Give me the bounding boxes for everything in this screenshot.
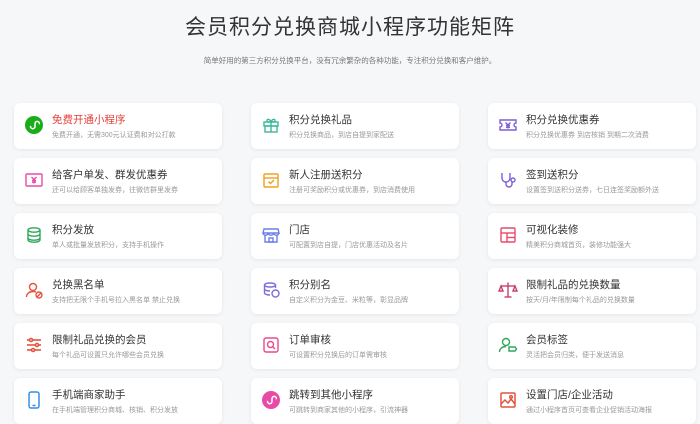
feature-title: 订单审核 <box>289 334 331 346</box>
checkin-icon <box>498 170 518 190</box>
feature-desc: 自定义积分为金豆、米粒等，彰显品牌 <box>289 297 408 304</box>
feature-title: 会员标签 <box>526 334 568 346</box>
feature-desc: 还可以给顾客单独发券，往微信群里发券 <box>52 187 178 194</box>
layout-icon <box>498 225 518 245</box>
feature-title: 设置门店/企业活动 <box>526 389 613 401</box>
feature-card-send-coupon[interactable]: 给客户单发、群发优惠券 还可以给顾客单独发券，往微信群里发券 <box>14 158 222 204</box>
wechat-mini-program-icon <box>24 115 44 135</box>
feature-title: 限制礼品兑换的会员 <box>52 334 147 346</box>
feature-desc: 积分兑换优惠券 到店核销 到期二次消费 <box>526 132 649 139</box>
coupon-icon <box>498 115 518 135</box>
feature-card-points-coupon[interactable]: 积分兑换优惠券 积分兑换优惠券 到店核销 到期二次消费 <box>488 103 696 149</box>
feature-title: 给客户单发、群发优惠券 <box>52 169 168 181</box>
feature-card-store[interactable]: 门店 可配置到店自提，门店优惠活动及名片 <box>251 213 459 259</box>
feature-desc: 在手机端管理积分商城、核销、积分发放 <box>52 407 178 414</box>
feature-title: 积分发放 <box>52 224 94 236</box>
feature-card-visual-decoration[interactable]: 可视化装修 精美积分商城首页，装修功能强大 <box>488 213 696 259</box>
feature-desc: 注册可奖励积分或优惠券，到店消费使用 <box>289 187 415 194</box>
page-subtitle: 简单好用的第三方积分兑换平台，没有冗余繁杂的各种功能，专注积分兑换和客户维护。 <box>203 56 497 65</box>
feature-desc: 每个礼品可设置只允许哪些会员兑换 <box>52 352 164 359</box>
feature-title: 门店 <box>289 224 310 236</box>
feature-card-blacklist[interactable]: 兑换黑名单 支持把无限个手机号拉入黑名单 禁止兑换 <box>14 268 222 314</box>
feature-card-points-issue[interactable]: 积分发放 单人或批量发放积分，支持手机操作 <box>14 213 222 259</box>
points-stack-icon <box>24 225 44 245</box>
feature-title: 手机端商家助手 <box>52 389 126 401</box>
filter-list-icon <box>24 335 44 355</box>
activity-poster-icon <box>498 390 518 410</box>
feature-card-jump-mini-program[interactable]: 跳转到其他小程序 可跳转到商家其他的小程序，引流神器 <box>251 378 459 424</box>
member-tag-icon <box>498 335 518 355</box>
feature-card-member-limit[interactable]: 限制礼品兑换的会员 每个礼品可设置只允许哪些会员兑换 <box>14 323 222 369</box>
store-icon <box>261 225 281 245</box>
feature-card-order-review[interactable]: 订单审核 可设置积分兑换后的订单需审核 <box>251 323 459 369</box>
feature-title: 积分别名 <box>289 279 331 291</box>
feature-desc: 积分兑换商品，到店自提到家配送 <box>289 132 394 139</box>
scale-icon <box>498 280 518 300</box>
feature-title: 跳转到其他小程序 <box>289 389 373 401</box>
feature-desc: 可配置到店自提，门店优惠活动及名片 <box>289 242 408 249</box>
feature-desc: 单人或批量发放积分，支持手机操作 <box>52 242 164 249</box>
feature-title: 积分兑换优惠券 <box>526 114 600 126</box>
feature-card-points-alias[interactable]: 积分别名 自定义积分为金豆、米粒等，彰显品牌 <box>251 268 459 314</box>
feature-desc: 免费开通，无需300元认证费和对公打款 <box>52 132 176 139</box>
feature-desc: 设置签到送积分送券，七日连签奖励额外送 <box>526 187 659 194</box>
feature-card-points-gift[interactable]: 积分兑换礼品 积分兑换商品，到店自提到家配送 <box>251 103 459 149</box>
blacklist-user-icon <box>24 280 44 300</box>
feature-title: 新人注册送积分 <box>289 169 363 181</box>
feature-card-free-mini-program[interactable]: 免费开通小程序 免费开通，无需300元认证费和对公打款 <box>14 103 222 149</box>
feature-title: 积分兑换礼品 <box>289 114 352 126</box>
feature-grid: 免费开通小程序 免费开通，无需300元认证费和对公打款 积分兑换礼品 积分兑换商… <box>14 103 696 424</box>
feature-desc: 通过小程序首页可查看企业促销活动海报 <box>526 407 652 414</box>
feature-desc: 灵活把会员归类，便于发送消息 <box>526 352 624 359</box>
feature-title: 可视化装修 <box>526 224 579 236</box>
feature-title: 限制礼品的兑换数量 <box>526 279 621 291</box>
feature-title: 免费开通小程序 <box>52 114 126 126</box>
feature-desc: 可设置积分兑换后的订单需审核 <box>289 352 387 359</box>
feature-desc: 支持把无限个手机号拉入黑名单 禁止兑换 <box>52 297 180 304</box>
gift-icon <box>261 115 281 135</box>
feature-card-activity[interactable]: 设置门店/企业活动 通过小程序首页可查看企业促销活动海报 <box>488 378 696 424</box>
feature-card-member-tag[interactable]: 会员标签 灵活把会员归类，便于发送消息 <box>488 323 696 369</box>
coupon-send-icon <box>24 170 44 190</box>
order-review-icon <box>261 335 281 355</box>
coins-icon <box>261 280 281 300</box>
feature-card-mobile-assistant[interactable]: 手机端商家助手 在手机端管理积分商城、核销、积分发放 <box>14 378 222 424</box>
feature-card-new-user-points[interactable]: 新人注册送积分 注册可奖励积分或优惠券，到店消费使用 <box>251 158 459 204</box>
mobile-phone-icon <box>24 390 44 410</box>
feature-title: 兑换黑名单 <box>52 279 105 291</box>
feature-desc: 精美积分商城首页，装修功能强大 <box>526 242 631 249</box>
mini-program-jump-icon <box>261 390 281 410</box>
page-title: 会员积分兑换商城小程序功能矩阵 <box>185 16 515 39</box>
new-user-gift-icon <box>261 170 281 190</box>
feature-desc: 按天/月/年限制每个礼品的兑换数量 <box>526 297 635 304</box>
feature-card-gift-limit[interactable]: 限制礼品的兑换数量 按天/月/年限制每个礼品的兑换数量 <box>488 268 696 314</box>
feature-card-checkin-points[interactable]: 签到送积分 设置签到送积分送券，七日连签奖励额外送 <box>488 158 696 204</box>
feature-desc: 可跳转到商家其他的小程序，引流神器 <box>289 407 408 414</box>
feature-title: 签到送积分 <box>526 169 579 181</box>
